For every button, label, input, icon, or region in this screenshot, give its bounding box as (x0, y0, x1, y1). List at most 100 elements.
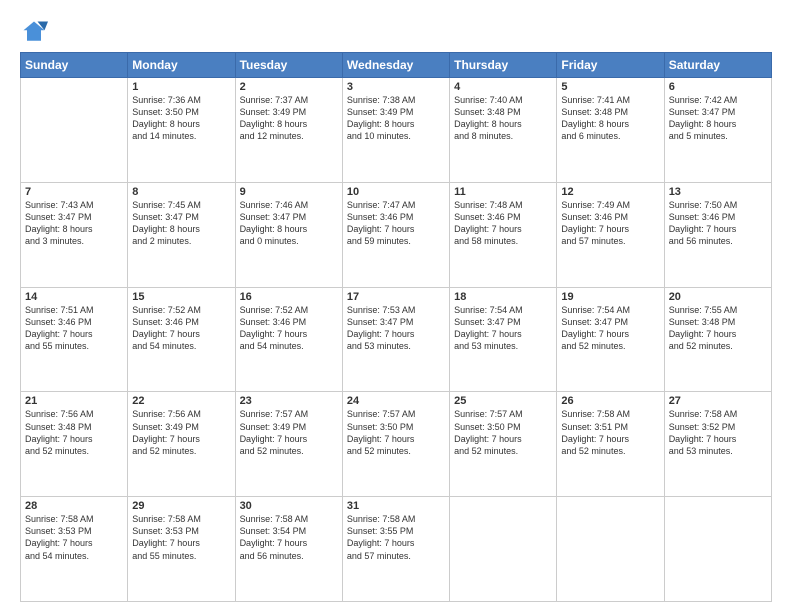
cell-info: Sunrise: 7:42 AM Sunset: 3:47 PM Dayligh… (669, 94, 767, 143)
calendar-cell: 4Sunrise: 7:40 AM Sunset: 3:48 PM Daylig… (450, 78, 557, 183)
page: SundayMondayTuesdayWednesdayThursdayFrid… (0, 0, 792, 612)
cell-info: Sunrise: 7:56 AM Sunset: 3:49 PM Dayligh… (132, 408, 230, 457)
day-number: 2 (240, 81, 338, 93)
cell-info: Sunrise: 7:38 AM Sunset: 3:49 PM Dayligh… (347, 94, 445, 143)
cell-info: Sunrise: 7:54 AM Sunset: 3:47 PM Dayligh… (561, 304, 659, 353)
cell-info: Sunrise: 7:45 AM Sunset: 3:47 PM Dayligh… (132, 199, 230, 248)
cell-info: Sunrise: 7:43 AM Sunset: 3:47 PM Dayligh… (25, 199, 123, 248)
cell-info: Sunrise: 7:57 AM Sunset: 3:49 PM Dayligh… (240, 408, 338, 457)
cell-info: Sunrise: 7:58 AM Sunset: 3:53 PM Dayligh… (132, 513, 230, 562)
calendar-cell (450, 497, 557, 602)
week-row-4: 21Sunrise: 7:56 AM Sunset: 3:48 PM Dayli… (21, 392, 772, 497)
weekday-header-sunday: Sunday (21, 53, 128, 78)
calendar-cell: 11Sunrise: 7:48 AM Sunset: 3:46 PM Dayli… (450, 182, 557, 287)
calendar-cell: 30Sunrise: 7:58 AM Sunset: 3:54 PM Dayli… (235, 497, 342, 602)
day-number: 4 (454, 81, 552, 93)
day-number: 9 (240, 186, 338, 198)
cell-info: Sunrise: 7:49 AM Sunset: 3:46 PM Dayligh… (561, 199, 659, 248)
week-row-3: 14Sunrise: 7:51 AM Sunset: 3:46 PM Dayli… (21, 287, 772, 392)
day-number: 28 (25, 500, 123, 512)
day-number: 14 (25, 291, 123, 303)
day-number: 25 (454, 395, 552, 407)
day-number: 20 (669, 291, 767, 303)
calendar-cell: 21Sunrise: 7:56 AM Sunset: 3:48 PM Dayli… (21, 392, 128, 497)
calendar-cell: 8Sunrise: 7:45 AM Sunset: 3:47 PM Daylig… (128, 182, 235, 287)
day-number: 13 (669, 186, 767, 198)
calendar-cell: 16Sunrise: 7:52 AM Sunset: 3:46 PM Dayli… (235, 287, 342, 392)
cell-info: Sunrise: 7:52 AM Sunset: 3:46 PM Dayligh… (240, 304, 338, 353)
calendar: SundayMondayTuesdayWednesdayThursdayFrid… (20, 52, 772, 602)
calendar-cell: 14Sunrise: 7:51 AM Sunset: 3:46 PM Dayli… (21, 287, 128, 392)
cell-info: Sunrise: 7:52 AM Sunset: 3:46 PM Dayligh… (132, 304, 230, 353)
calendar-cell: 18Sunrise: 7:54 AM Sunset: 3:47 PM Dayli… (450, 287, 557, 392)
cell-info: Sunrise: 7:51 AM Sunset: 3:46 PM Dayligh… (25, 304, 123, 353)
calendar-cell: 13Sunrise: 7:50 AM Sunset: 3:46 PM Dayli… (664, 182, 771, 287)
weekday-header-tuesday: Tuesday (235, 53, 342, 78)
cell-info: Sunrise: 7:53 AM Sunset: 3:47 PM Dayligh… (347, 304, 445, 353)
calendar-cell: 9Sunrise: 7:46 AM Sunset: 3:47 PM Daylig… (235, 182, 342, 287)
calendar-cell: 26Sunrise: 7:58 AM Sunset: 3:51 PM Dayli… (557, 392, 664, 497)
cell-info: Sunrise: 7:58 AM Sunset: 3:53 PM Dayligh… (25, 513, 123, 562)
weekday-header-friday: Friday (557, 53, 664, 78)
calendar-cell (664, 497, 771, 602)
weekday-header-row: SundayMondayTuesdayWednesdayThursdayFrid… (21, 53, 772, 78)
day-number: 22 (132, 395, 230, 407)
day-number: 26 (561, 395, 659, 407)
calendar-cell: 6Sunrise: 7:42 AM Sunset: 3:47 PM Daylig… (664, 78, 771, 183)
cell-info: Sunrise: 7:36 AM Sunset: 3:50 PM Dayligh… (132, 94, 230, 143)
day-number: 11 (454, 186, 552, 198)
day-number: 30 (240, 500, 338, 512)
calendar-cell (557, 497, 664, 602)
day-number: 15 (132, 291, 230, 303)
calendar-cell: 5Sunrise: 7:41 AM Sunset: 3:48 PM Daylig… (557, 78, 664, 183)
cell-info: Sunrise: 7:48 AM Sunset: 3:46 PM Dayligh… (454, 199, 552, 248)
calendar-cell: 23Sunrise: 7:57 AM Sunset: 3:49 PM Dayli… (235, 392, 342, 497)
weekday-header-saturday: Saturday (664, 53, 771, 78)
weekday-header-monday: Monday (128, 53, 235, 78)
day-number: 19 (561, 291, 659, 303)
day-number: 24 (347, 395, 445, 407)
week-row-5: 28Sunrise: 7:58 AM Sunset: 3:53 PM Dayli… (21, 497, 772, 602)
day-number: 6 (669, 81, 767, 93)
day-number: 12 (561, 186, 659, 198)
day-number: 23 (240, 395, 338, 407)
day-number: 1 (132, 81, 230, 93)
cell-info: Sunrise: 7:46 AM Sunset: 3:47 PM Dayligh… (240, 199, 338, 248)
calendar-cell: 7Sunrise: 7:43 AM Sunset: 3:47 PM Daylig… (21, 182, 128, 287)
calendar-cell: 3Sunrise: 7:38 AM Sunset: 3:49 PM Daylig… (342, 78, 449, 183)
header (20, 18, 772, 46)
calendar-cell: 12Sunrise: 7:49 AM Sunset: 3:46 PM Dayli… (557, 182, 664, 287)
calendar-cell: 25Sunrise: 7:57 AM Sunset: 3:50 PM Dayli… (450, 392, 557, 497)
calendar-cell: 24Sunrise: 7:57 AM Sunset: 3:50 PM Dayli… (342, 392, 449, 497)
cell-info: Sunrise: 7:40 AM Sunset: 3:48 PM Dayligh… (454, 94, 552, 143)
week-row-1: 1Sunrise: 7:36 AM Sunset: 3:50 PM Daylig… (21, 78, 772, 183)
cell-info: Sunrise: 7:47 AM Sunset: 3:46 PM Dayligh… (347, 199, 445, 248)
cell-info: Sunrise: 7:41 AM Sunset: 3:48 PM Dayligh… (561, 94, 659, 143)
day-number: 29 (132, 500, 230, 512)
logo (20, 18, 52, 46)
calendar-cell: 31Sunrise: 7:58 AM Sunset: 3:55 PM Dayli… (342, 497, 449, 602)
weekday-header-thursday: Thursday (450, 53, 557, 78)
calendar-cell: 22Sunrise: 7:56 AM Sunset: 3:49 PM Dayli… (128, 392, 235, 497)
cell-info: Sunrise: 7:58 AM Sunset: 3:55 PM Dayligh… (347, 513, 445, 562)
day-number: 8 (132, 186, 230, 198)
calendar-cell: 29Sunrise: 7:58 AM Sunset: 3:53 PM Dayli… (128, 497, 235, 602)
calendar-cell: 10Sunrise: 7:47 AM Sunset: 3:46 PM Dayli… (342, 182, 449, 287)
calendar-cell: 2Sunrise: 7:37 AM Sunset: 3:49 PM Daylig… (235, 78, 342, 183)
cell-info: Sunrise: 7:37 AM Sunset: 3:49 PM Dayligh… (240, 94, 338, 143)
calendar-cell (21, 78, 128, 183)
day-number: 31 (347, 500, 445, 512)
calendar-cell: 15Sunrise: 7:52 AM Sunset: 3:46 PM Dayli… (128, 287, 235, 392)
day-number: 16 (240, 291, 338, 303)
cell-info: Sunrise: 7:56 AM Sunset: 3:48 PM Dayligh… (25, 408, 123, 457)
calendar-cell: 17Sunrise: 7:53 AM Sunset: 3:47 PM Dayli… (342, 287, 449, 392)
day-number: 5 (561, 81, 659, 93)
cell-info: Sunrise: 7:55 AM Sunset: 3:48 PM Dayligh… (669, 304, 767, 353)
day-number: 3 (347, 81, 445, 93)
day-number: 27 (669, 395, 767, 407)
day-number: 21 (25, 395, 123, 407)
cell-info: Sunrise: 7:58 AM Sunset: 3:52 PM Dayligh… (669, 408, 767, 457)
day-number: 18 (454, 291, 552, 303)
cell-info: Sunrise: 7:50 AM Sunset: 3:46 PM Dayligh… (669, 199, 767, 248)
calendar-cell: 20Sunrise: 7:55 AM Sunset: 3:48 PM Dayli… (664, 287, 771, 392)
